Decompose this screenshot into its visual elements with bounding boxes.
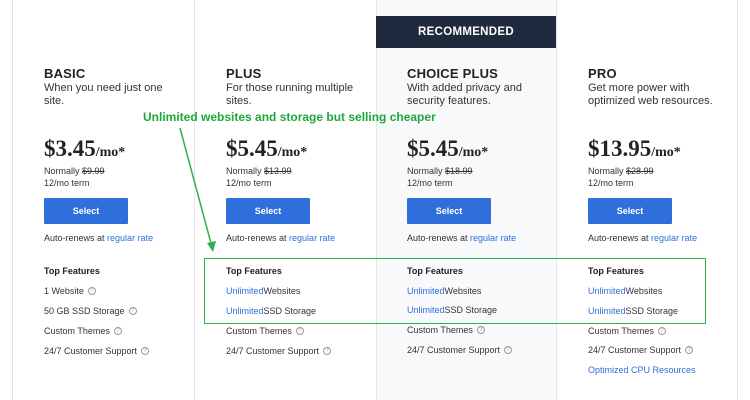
- autorenew-label: Auto-renews at: [407, 233, 468, 243]
- regular-rate-link[interactable]: regular rate: [107, 233, 153, 243]
- price-amount: $3.45: [44, 136, 96, 161]
- normal-price: Normally $9.99: [44, 166, 105, 176]
- select-button[interactable]: Select: [44, 198, 128, 224]
- select-button[interactable]: Select: [226, 198, 310, 224]
- original-price: $18.99: [445, 166, 473, 176]
- regular-rate-link[interactable]: regular rate: [470, 233, 516, 243]
- info-icon[interactable]: ?: [685, 346, 694, 354]
- autorenew-text: Auto-renews at regular rate: [588, 233, 697, 243]
- price-period: /mo*: [277, 145, 308, 160]
- price-period: /mo*: [651, 145, 681, 160]
- feature-item: 24/7 Customer Support?: [588, 345, 694, 355]
- feature-label: 24/7 Customer Support: [588, 345, 682, 355]
- plan-price: $3.45/mo*: [44, 136, 125, 162]
- feature-label: 24/7 Customer Support: [226, 346, 320, 356]
- price-amount: $5.45: [226, 136, 278, 161]
- feature-item: Custom Themes?: [226, 326, 304, 336]
- plan-name: CHOICE PLUS: [407, 66, 499, 81]
- autorenew-text: Auto-renews at regular rate: [226, 233, 335, 243]
- select-button[interactable]: Select: [407, 198, 491, 224]
- info-icon[interactable]: ?: [657, 327, 666, 335]
- normally-label: Normally: [407, 166, 443, 176]
- autorenew-label: Auto-renews at: [226, 233, 287, 243]
- plan-description: With added privacy and security features…: [407, 82, 522, 107]
- info-icon[interactable]: ?: [476, 326, 485, 334]
- info-icon[interactable]: ?: [87, 287, 96, 295]
- info-icon[interactable]: ?: [141, 347, 150, 355]
- feature-label: 24/7 Customer Support: [407, 345, 501, 355]
- column-divider: [194, 0, 195, 400]
- column-divider: [12, 0, 13, 400]
- autorenew-label: Auto-renews at: [44, 233, 105, 243]
- price-period: /mo*: [458, 145, 489, 160]
- recommended-banner: RECOMMENDED: [376, 16, 556, 48]
- info-icon[interactable]: ?: [295, 327, 304, 335]
- info-icon[interactable]: ?: [113, 327, 122, 335]
- feature-label: Custom Themes: [407, 325, 473, 335]
- autorenew-label: Auto-renews at: [588, 233, 649, 243]
- price-period: /mo*: [95, 145, 126, 160]
- plan-price: $5.45/mo*: [226, 136, 307, 162]
- feature-item: 24/7 Customer Support?: [407, 345, 513, 355]
- term-text: 12/mo term: [588, 178, 634, 188]
- pricing-page: RECOMMENDED BASIC When you need just one …: [0, 0, 750, 400]
- select-button[interactable]: Select: [588, 198, 672, 224]
- term-text: 12/mo term: [407, 178, 453, 188]
- autorenew-text: Auto-renews at regular rate: [407, 233, 516, 243]
- feature-label: 50 GB SSD Storage: [44, 306, 125, 316]
- feature-item: Custom Themes?: [44, 326, 122, 336]
- feature-item: 50 GB SSD Storage?: [44, 306, 137, 316]
- normally-label: Normally: [44, 166, 80, 176]
- feature-label: 1 Website: [44, 286, 84, 296]
- feature-label: Custom Themes: [226, 326, 292, 336]
- original-price: $13.99: [264, 166, 292, 176]
- regular-rate-link[interactable]: regular rate: [289, 233, 335, 243]
- top-features-heading: Top Features: [44, 266, 100, 276]
- normal-price: Normally $13.99: [226, 166, 292, 176]
- plan-description: Get more power with optimized web resour…: [588, 82, 713, 107]
- info-icon[interactable]: ?: [323, 347, 332, 355]
- feature-label: Custom Themes: [588, 326, 654, 336]
- regular-rate-link[interactable]: regular rate: [651, 233, 697, 243]
- price-amount: $5.45: [407, 136, 459, 161]
- plan-name: PRO: [588, 66, 617, 81]
- plan-name: PLUS: [226, 66, 262, 81]
- term-text: 12/mo term: [226, 178, 272, 188]
- feature-item: 24/7 Customer Support?: [226, 346, 332, 356]
- plan-name: BASIC: [44, 66, 86, 81]
- original-price: $28.99: [626, 166, 654, 176]
- plan-price: $13.95/mo*: [588, 136, 681, 162]
- column-divider: [556, 0, 557, 400]
- info-icon[interactable]: ?: [504, 346, 513, 354]
- info-icon[interactable]: ?: [128, 307, 137, 315]
- plan-description: For those running multiple sites.: [226, 82, 354, 107]
- unlimited-features-highlight-box: [204, 258, 706, 324]
- normally-label: Normally: [588, 166, 624, 176]
- feature-item: Custom Themes?: [588, 326, 666, 336]
- feature-label: Custom Themes: [44, 326, 110, 336]
- feature-link[interactable]: Optimized CPU Resources: [588, 365, 696, 375]
- feature-item: 1 Website?: [44, 286, 96, 296]
- feature-item: Optimized CPU Resources: [588, 365, 696, 375]
- normally-label: Normally: [226, 166, 262, 176]
- price-amount: $13.95: [588, 136, 652, 161]
- autorenew-text: Auto-renews at regular rate: [44, 233, 153, 243]
- original-price: $9.99: [82, 166, 105, 176]
- column-divider: [737, 0, 738, 400]
- annotation-text: Unlimited websites and storage but selli…: [143, 110, 436, 124]
- plan-description: When you need just one site.: [44, 82, 163, 107]
- feature-label: 24/7 Customer Support: [44, 346, 138, 356]
- term-text: 12/mo term: [44, 178, 90, 188]
- normal-price: Normally $18.99: [407, 166, 473, 176]
- feature-item: Custom Themes?: [407, 325, 485, 335]
- column-divider: [376, 0, 377, 400]
- feature-item: 24/7 Customer Support?: [44, 346, 150, 356]
- plan-price: $5.45/mo*: [407, 136, 488, 162]
- normal-price: Normally $28.99: [588, 166, 654, 176]
